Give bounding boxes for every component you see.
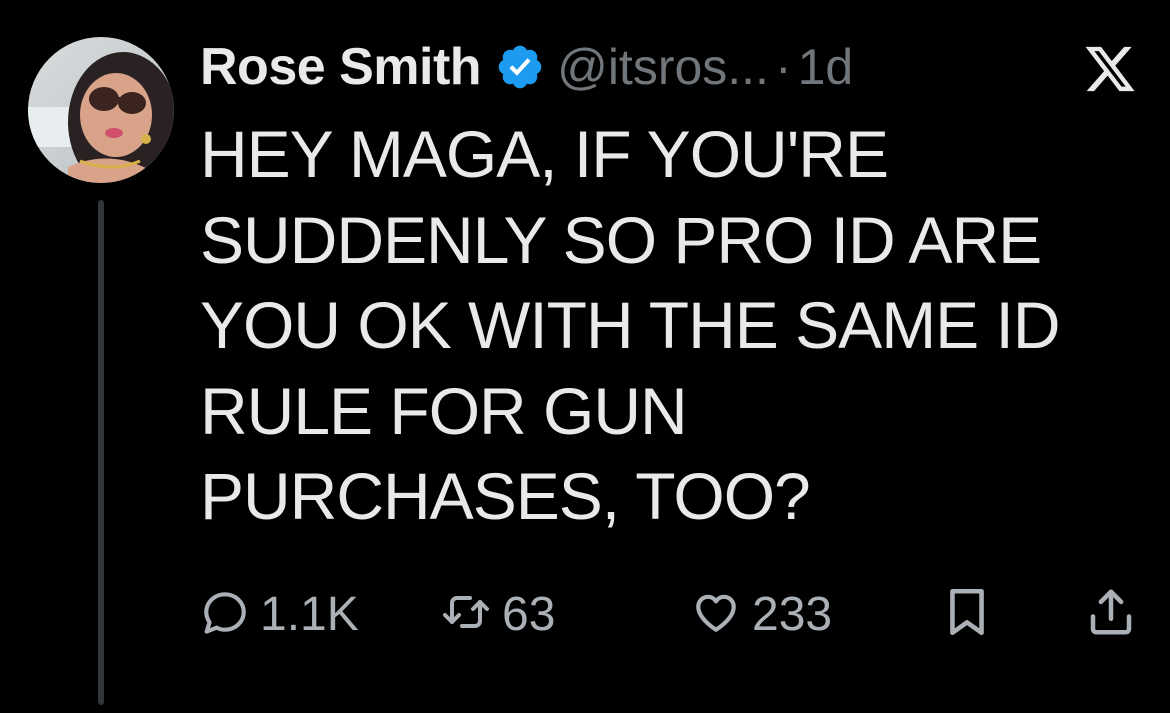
x-logo-icon[interactable] bbox=[1082, 44, 1138, 94]
reply-count: 1.1K bbox=[260, 587, 359, 641]
bookmark-button[interactable] bbox=[942, 582, 992, 646]
retweet-button[interactable]: 63 bbox=[440, 582, 555, 646]
avatar[interactable] bbox=[28, 37, 174, 183]
retweet-icon bbox=[440, 587, 492, 642]
like-count: 233 bbox=[752, 587, 833, 641]
tweet-card[interactable]: Rose Smith @itsros... · 1d HEY MAGA, IF … bbox=[0, 0, 1170, 713]
reply-icon bbox=[200, 587, 250, 642]
reply-button[interactable]: 1.1K bbox=[200, 582, 359, 646]
timestamp[interactable]: 1d bbox=[798, 38, 854, 96]
bookmark-icon bbox=[942, 585, 992, 644]
retweet-count: 63 bbox=[502, 587, 556, 641]
like-button[interactable]: 233 bbox=[690, 582, 832, 646]
action-bar: 1.1K 63 233 bbox=[0, 582, 1170, 646]
avatar-image bbox=[28, 37, 174, 183]
separator-dot: · bbox=[774, 39, 792, 95]
user-handle[interactable]: @itsros... bbox=[557, 38, 769, 96]
tweet-header: Rose Smith @itsros... · 1d bbox=[200, 32, 853, 102]
tweet-text: HEY MAGA, IF YOU'RE SUDDENLY SO PRO ID A… bbox=[200, 117, 1061, 533]
share-button[interactable] bbox=[1084, 582, 1138, 646]
display-name[interactable]: Rose Smith bbox=[200, 37, 482, 97]
share-icon bbox=[1084, 585, 1138, 644]
heart-icon bbox=[690, 587, 742, 642]
verified-badge-icon bbox=[495, 42, 545, 92]
